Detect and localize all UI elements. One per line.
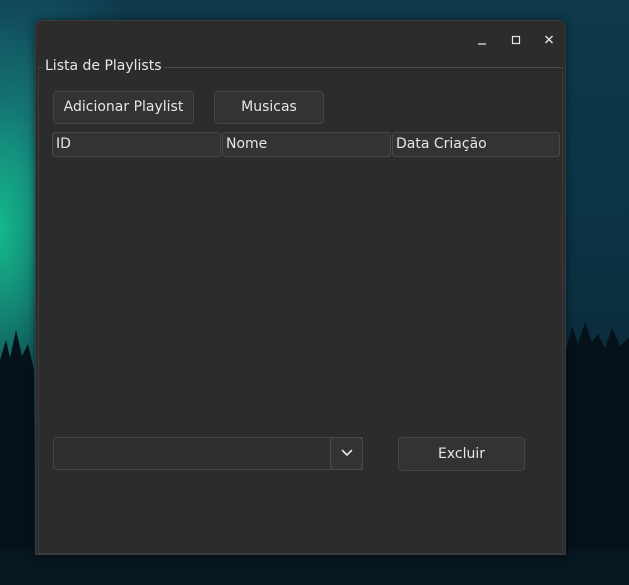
minimize-button[interactable] bbox=[471, 29, 493, 51]
playlist-window: Lista de Playlists Adicionar Playlist Mu… bbox=[35, 20, 566, 555]
playlist-select[interactable] bbox=[53, 437, 363, 470]
delete-button[interactable]: Excluir bbox=[398, 437, 525, 471]
playlist-select-toggle[interactable] bbox=[330, 437, 363, 470]
minimize-icon bbox=[478, 43, 486, 45]
maximize-button[interactable] bbox=[505, 29, 527, 51]
close-icon bbox=[545, 35, 553, 44]
chevron-down-icon bbox=[341, 449, 352, 456]
column-header-nome[interactable]: Nome bbox=[222, 132, 391, 157]
maximize-icon bbox=[511, 35, 521, 45]
close-button[interactable] bbox=[538, 29, 560, 51]
group-title: Lista de Playlists bbox=[43, 57, 164, 75]
titlebar bbox=[36, 21, 565, 58]
add-playlist-button[interactable]: Adicionar Playlist bbox=[53, 91, 194, 124]
musics-button[interactable]: Musicas bbox=[214, 91, 324, 124]
column-header-data-criacao[interactable]: Data Criação bbox=[392, 132, 560, 157]
column-header-id[interactable]: ID bbox=[52, 132, 221, 157]
